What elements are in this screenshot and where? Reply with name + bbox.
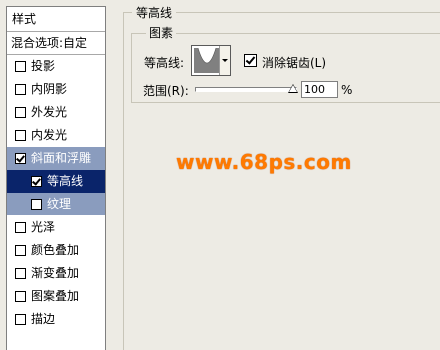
style-item-color-overlay[interactable]: 颜色叠加 [7, 239, 105, 262]
anti-aliased-checkbox[interactable] [244, 54, 257, 67]
style-item-label: 等高线 [47, 174, 84, 188]
style-item-label: 纹理 [47, 197, 72, 211]
anti-aliased-label[interactable]: 消除锯齿(L) [262, 54, 326, 71]
style-item-label: 投影 [31, 59, 56, 73]
contour-picker[interactable] [191, 45, 231, 76]
range-slider-thumb[interactable] [289, 85, 297, 92]
bevel-emboss-checkbox[interactable] [15, 153, 26, 164]
blending-options-item[interactable]: 混合选项:自定 [7, 32, 105, 55]
style-item-label: 图案叠加 [31, 289, 80, 303]
style-item-bevel-emboss[interactable]: 斜面和浮雕 [7, 147, 105, 170]
style-item-label: 外发光 [31, 105, 68, 119]
color-overlay-checkbox[interactable] [15, 245, 26, 256]
range-slider-track[interactable] [195, 87, 297, 92]
inner-glow-checkbox[interactable] [15, 130, 26, 141]
style-item-contour[interactable]: 等高线 [7, 170, 105, 193]
style-item-label: 斜面和浮雕 [31, 151, 92, 165]
style-item-inner-shadow[interactable]: 内阴影 [7, 78, 105, 101]
elements-group-title: 图素 [146, 24, 177, 41]
range-unit: % [341, 83, 353, 97]
style-item-texture[interactable]: 纹理 [7, 193, 105, 216]
stroke-checkbox[interactable] [15, 314, 26, 325]
style-item-label: 颜色叠加 [31, 243, 80, 257]
texture-checkbox[interactable] [31, 199, 42, 210]
style-item-satin[interactable]: 光泽 [7, 216, 105, 239]
style-item-label: 光泽 [31, 220, 56, 234]
style-item-outer-glow[interactable]: 外发光 [7, 101, 105, 124]
gradient-overlay-checkbox[interactable] [15, 268, 26, 279]
contour-checkbox[interactable] [31, 176, 42, 187]
range-label: 范围(R): [143, 84, 189, 98]
satin-checkbox[interactable] [15, 222, 26, 233]
drop-shadow-checkbox[interactable] [15, 61, 26, 72]
pattern-overlay-checkbox[interactable] [15, 291, 26, 302]
styles-header[interactable]: 样式 [7, 7, 105, 32]
range-input[interactable]: 100 [301, 81, 338, 98]
chevron-down-icon[interactable] [219, 46, 230, 75]
outer-glow-checkbox[interactable] [15, 107, 26, 118]
style-item-inner-glow[interactable]: 内发光 [7, 124, 105, 147]
contour-section-title: 等高线 [132, 4, 177, 21]
layer-style-dialog: 样式 混合选项:自定 投影 内阴影 外发光 内发光 斜面和浮雕 等高线 纹理 光… [0, 0, 440, 350]
inner-shadow-checkbox[interactable] [15, 84, 26, 95]
style-item-pattern-overlay[interactable]: 图案叠加 [7, 285, 105, 308]
watermark-text: www.68ps.com [176, 150, 352, 174]
style-item-drop-shadow[interactable]: 投影 [7, 55, 105, 78]
style-item-label: 描边 [31, 312, 56, 326]
style-item-label: 内发光 [31, 128, 68, 142]
style-item-stroke[interactable]: 描边 [7, 308, 105, 331]
styles-list-panel: 样式 混合选项:自定 投影 内阴影 外发光 内发光 斜面和浮雕 等高线 纹理 光… [6, 6, 106, 350]
style-item-gradient-overlay[interactable]: 渐变叠加 [7, 262, 105, 285]
style-item-label: 内阴影 [31, 82, 68, 96]
contour-picker-label: 等高线: [144, 56, 185, 70]
contour-curve-icon [194, 48, 220, 73]
style-item-label: 渐变叠加 [31, 266, 80, 280]
